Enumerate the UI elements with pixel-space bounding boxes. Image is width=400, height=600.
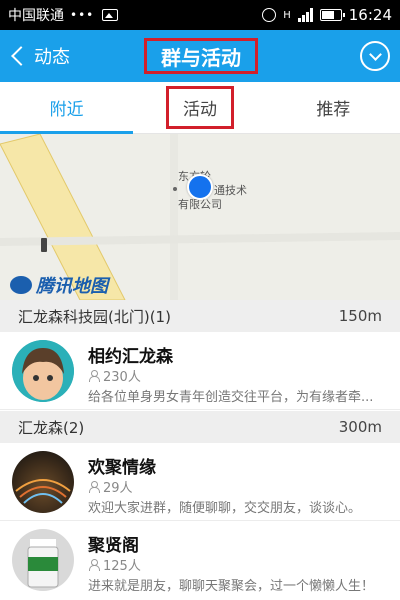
alarm-icon xyxy=(262,8,277,22)
clock-time: 16:24 xyxy=(348,6,392,24)
tencent-map-logo-mark xyxy=(10,276,32,294)
tab-activities[interactable]: 活动 xyxy=(133,82,266,133)
group-list-item[interactable]: 相约汇龙森 230人 给各位单身男女青年创造交往平台，为有缘者牵... xyxy=(0,332,400,410)
section-header: 汇龙森(2) 300m xyxy=(0,411,400,443)
section-title: 汇龙森(2) xyxy=(18,418,85,437)
group-name: 欢聚情缘 xyxy=(88,458,156,478)
page-title: 群与活动 xyxy=(144,38,258,74)
group-list-item[interactable]: 聚贤阁 125人 进来就是朋友，聊聊天聚聚会，过一个懒懒人生！ xyxy=(0,521,400,600)
chevron-down-icon xyxy=(368,47,382,61)
notification-dots: ••• xyxy=(70,8,95,22)
chevron-left-icon xyxy=(11,46,31,66)
person-icon xyxy=(88,558,100,571)
dropdown-menu-button[interactable] xyxy=(360,41,390,71)
current-location-dot xyxy=(187,174,213,200)
back-label: 动态 xyxy=(34,47,70,68)
traffic-light-icon xyxy=(41,238,47,252)
tab-recommended[interactable]: 推荐 xyxy=(267,82,400,133)
app-header: 动态 群与活动 xyxy=(0,30,400,82)
group-name: 相约汇龙森 xyxy=(88,347,173,367)
tencent-map-logo: 腾讯地图 xyxy=(10,272,108,298)
tab-nearby-label: 附近 xyxy=(49,100,84,120)
group-name: 聚贤阁 xyxy=(88,536,139,556)
member-count: 230人 xyxy=(88,366,141,385)
image-notification-icon xyxy=(102,9,119,21)
carrier-name: 中国联通 xyxy=(8,8,64,24)
signal-icon xyxy=(297,8,313,22)
group-avatar xyxy=(12,529,74,591)
tab-nearby[interactable]: 附近 xyxy=(0,82,134,134)
person-icon xyxy=(88,369,100,382)
status-bar: 中国联通 ••• H 16:24 xyxy=(0,0,400,30)
tab-activities-label: 活动 xyxy=(165,86,234,129)
tab-recommended-label: 推荐 xyxy=(316,100,351,120)
section-header: 汇龙森科技园(北门)(1) 150m xyxy=(0,300,400,332)
section-distance: 300m xyxy=(338,418,382,436)
group-avatar xyxy=(12,451,74,513)
section-title: 汇龙森科技园(北门)(1) xyxy=(18,307,171,326)
back-button[interactable]: 动态 xyxy=(8,30,70,82)
member-count: 125人 xyxy=(88,555,141,574)
member-count: 29人 xyxy=(88,477,133,496)
section-distance: 150m xyxy=(338,307,382,325)
group-list-item[interactable]: 欢聚情缘 29人 欢迎大家进群，随便聊聊，交交朋友，谈谈心。 xyxy=(0,443,400,521)
network-type: H xyxy=(283,9,291,21)
location-map[interactable]: 东方轮 通技术 有限公司 腾讯地图 xyxy=(0,134,400,300)
battery-icon xyxy=(319,9,345,21)
group-avatar xyxy=(12,340,74,402)
group-description: 欢迎大家进群，随便聊聊，交交朋友，谈谈心。 xyxy=(88,501,362,516)
person-icon xyxy=(88,480,100,493)
tab-bar: 附近 活动 推荐 xyxy=(0,82,400,134)
group-description: 给各位单身男女青年创造交往平台，为有缘者牵... xyxy=(88,390,374,405)
group-description: 进来就是朋友，聊聊天聚聚会，过一个懒懒人生！ xyxy=(88,579,375,594)
